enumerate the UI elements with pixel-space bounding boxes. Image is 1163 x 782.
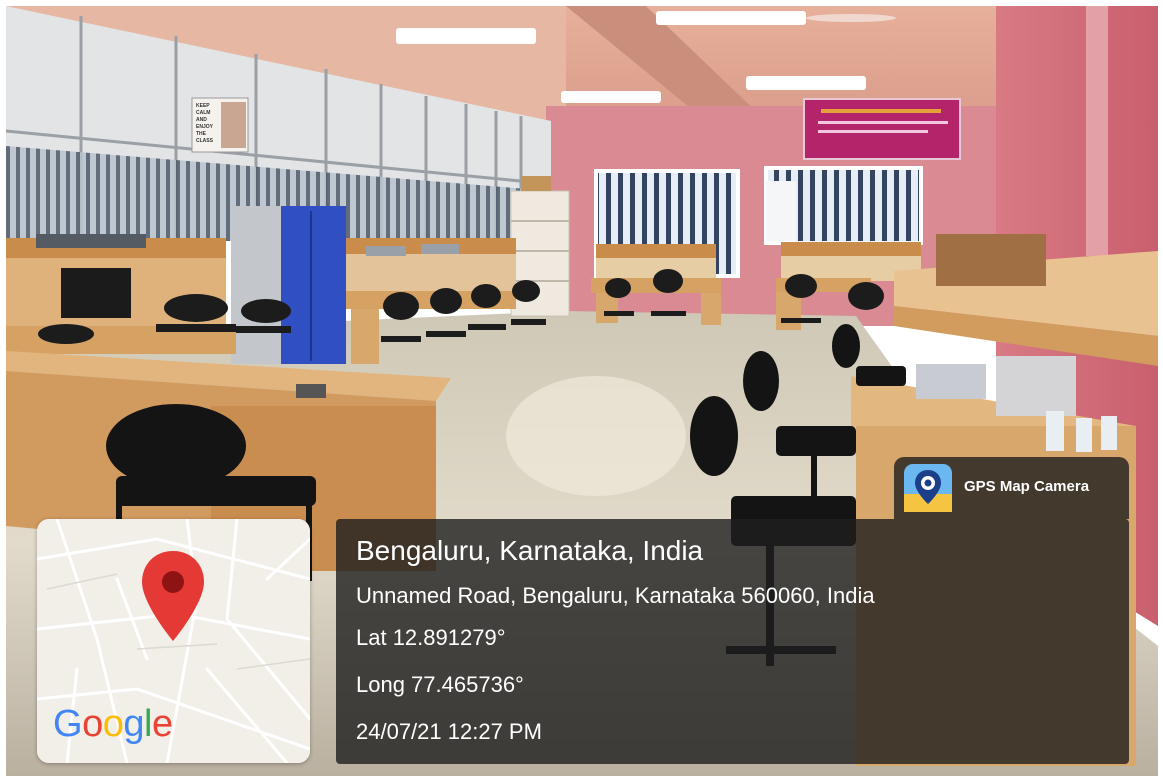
google-letter: o (102, 703, 124, 745)
google-letter: l (143, 703, 152, 745)
ceiling-light (656, 11, 806, 25)
gps-app-badge: GPS Map Camera (894, 457, 1129, 519)
poster-line: ENJOY (196, 124, 214, 130)
latitude: Lat 12.891279° (356, 625, 506, 650)
google-letter: g (123, 703, 144, 745)
poster-line: CALM (196, 110, 210, 116)
poster-line: CLASS (196, 138, 214, 144)
ceiling-light (746, 76, 866, 90)
google-letter: G (53, 703, 83, 745)
google-logo: Google (53, 703, 173, 746)
ceiling-light (561, 91, 661, 103)
ceiling-light (396, 28, 536, 44)
app-name: GPS Map Camera (964, 478, 1090, 495)
gps-map-camera-icon (904, 464, 952, 512)
longitude: Long 77.465736° (356, 672, 524, 697)
equipment-box (936, 234, 1046, 286)
college-banner (803, 98, 961, 160)
mini-map[interactable]: Google (37, 519, 310, 763)
map-pin-icon (142, 551, 204, 641)
location-title: Bengaluru, Karnataka, India (356, 535, 704, 566)
poster-line: KEEP (196, 103, 210, 109)
address-line: Unnamed Road, Bengaluru, Karnataka 56006… (356, 583, 875, 608)
location-info-panel: Bengaluru, Karnataka, India Unnamed Road… (336, 519, 1129, 764)
poster-line: AND (196, 117, 207, 123)
google-letter: o (82, 703, 103, 745)
datetime: 24/07/21 12:27 PM (356, 719, 542, 744)
poster-line: THE (196, 131, 207, 137)
ceiling-fan (806, 14, 896, 22)
pillar (1086, 6, 1108, 256)
google-letter: e (151, 703, 173, 745)
